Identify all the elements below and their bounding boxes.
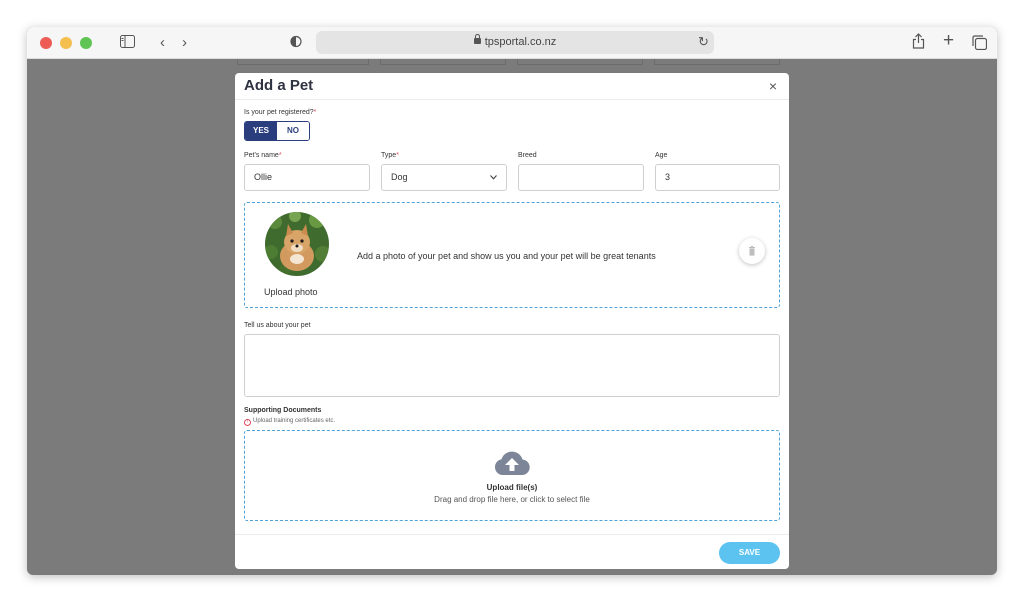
background-field (517, 59, 643, 65)
upload-files-subtitle: Drag and drop file here, or click to sel… (434, 495, 590, 504)
pet-name-label: Pet's name* (244, 152, 282, 159)
background-field (654, 59, 780, 65)
breed-input[interactable] (518, 164, 644, 191)
info-icon: ! (244, 419, 251, 426)
upload-files-title: Upload file(s) (486, 483, 538, 492)
chevron-down-icon (490, 165, 497, 190)
pet-name-input[interactable]: Ollie (244, 164, 370, 191)
documents-hint: ! Upload training certificates etc. (244, 418, 335, 426)
maximize-window-button[interactable] (80, 37, 92, 49)
modal-footer: SAVE (235, 534, 789, 569)
trash-icon (749, 246, 755, 256)
type-label-text: Type (381, 152, 397, 159)
required-mark: * (313, 109, 317, 116)
file-upload-zone[interactable]: Upload file(s) Drag and drop file here, … (244, 430, 780, 521)
background-field (380, 59, 506, 65)
minimize-window-button[interactable] (60, 37, 72, 49)
age-input[interactable]: 3 (655, 164, 780, 191)
required-mark: * (278, 152, 282, 159)
type-select-value: Dog (391, 172, 408, 182)
pet-photo[interactable] (265, 212, 329, 276)
type-select[interactable]: Dog (381, 164, 507, 191)
pet-name-label-text: Pet's name (244, 152, 279, 159)
about-label: Tell us about your pet (244, 322, 311, 329)
privacy-shield-icon[interactable] (290, 34, 302, 54)
required-mark: * (396, 152, 399, 159)
address-bar[interactable]: tpsportal.co.nz (316, 31, 714, 54)
forward-icon[interactable]: › (182, 33, 187, 53)
photo-upload-zone[interactable]: Upload photo Add a photo of your pet and… (244, 202, 780, 308)
save-button[interactable]: SAVE (719, 542, 780, 564)
close-icon[interactable]: × (769, 78, 777, 94)
add-pet-modal: Add a Pet × Is your pet registered?* YES… (235, 73, 789, 569)
tabs-overview-icon[interactable] (972, 35, 988, 56)
documents-hint-text: Upload training certificates etc. (253, 418, 336, 424)
upload-photo-label[interactable]: Upload photo (264, 287, 318, 297)
share-icon[interactable] (912, 33, 925, 55)
breed-label: Breed (518, 152, 537, 159)
delete-photo-button[interactable] (739, 238, 765, 264)
cloud-upload-icon (494, 451, 530, 475)
modal-title: Add a Pet (244, 77, 314, 94)
lock-icon (473, 34, 481, 44)
browser-window: ‹ › tpsportal.co.nz ↻ + Add a Pet × Is y… (27, 27, 997, 575)
about-textarea[interactable] (244, 334, 780, 397)
age-label: Age (655, 152, 668, 159)
photo-message: Add a photo of your pet and show us you … (357, 251, 656, 261)
reload-icon[interactable]: ↻ (698, 34, 709, 50)
back-icon[interactable]: ‹ (160, 33, 165, 53)
modal-header: Add a Pet × (235, 73, 789, 100)
registered-yes-button[interactable]: YES (245, 122, 277, 140)
registered-label: Is your pet registered?* (244, 109, 316, 116)
registered-no-button[interactable]: NO (277, 122, 309, 140)
documents-title: Supporting Documents (244, 407, 322, 414)
close-window-button[interactable] (40, 37, 52, 49)
type-label: Type* (381, 152, 399, 159)
url-text: tpsportal.co.nz (484, 36, 557, 48)
background-field (237, 59, 369, 65)
new-tab-icon[interactable]: + (943, 31, 954, 51)
registered-toggle: YES NO (244, 121, 310, 141)
registered-label-text: Is your pet registered? (244, 109, 314, 116)
browser-toolbar: ‹ › tpsportal.co.nz ↻ + (27, 27, 997, 59)
sidebar-icon[interactable] (120, 34, 135, 54)
